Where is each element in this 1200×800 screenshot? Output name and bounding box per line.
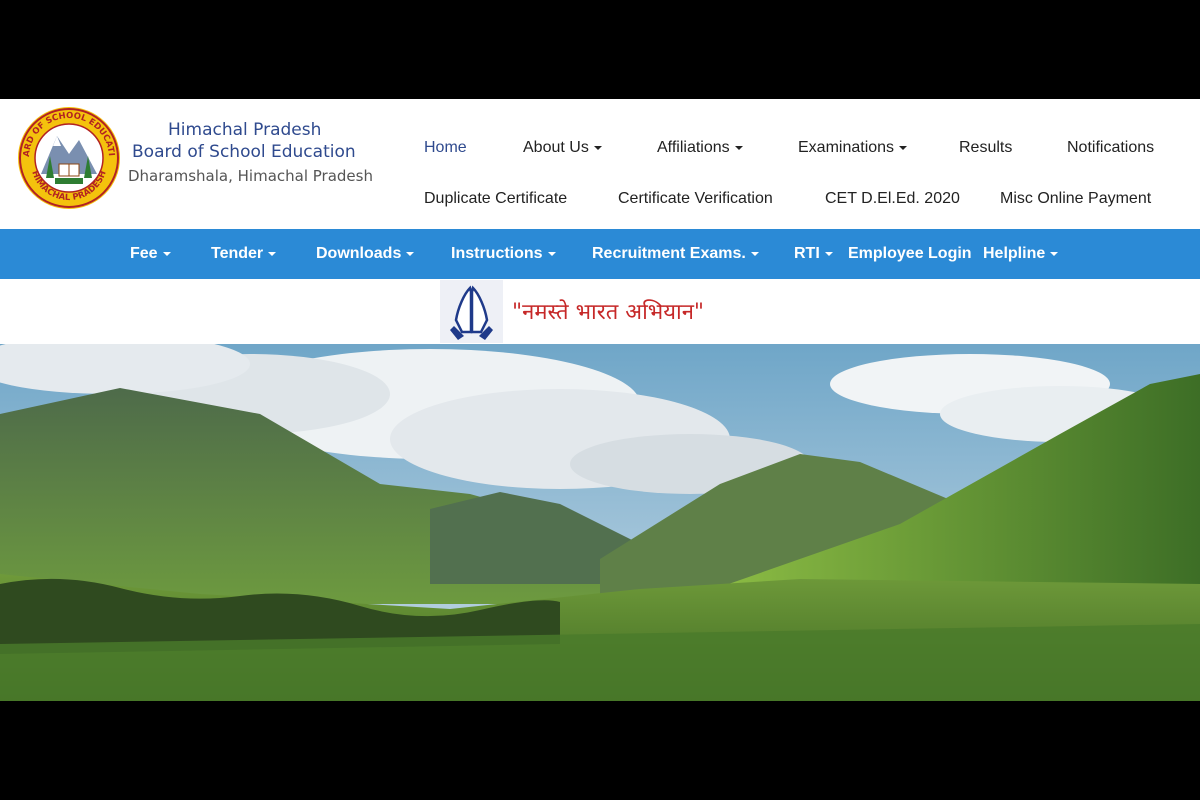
- nav-notifications[interactable]: Notifications: [1067, 139, 1154, 157]
- namaste-bharat-banner[interactable]: "नमस्ते भारत अभियान": [440, 280, 740, 343]
- nav-duplicate-certificate[interactable]: Duplicate Certificate: [424, 190, 567, 208]
- site-header: BOARD OF SCHOOL EDUCATION HIMACHAL PRADE…: [0, 99, 1200, 229]
- brand-line-3: Dharamshala, Himachal Pradesh: [128, 167, 373, 185]
- campaign-text: "नमस्ते भारत अभियान": [512, 300, 705, 325]
- nav-cet-deled-2020[interactable]: CET D.El.Ed. 2020: [825, 190, 960, 208]
- nav-instructions[interactable]: Instructions: [451, 245, 556, 263]
- brand-block: Himachal Pradesh Board of School Educati…: [128, 119, 373, 187]
- folded-hands-icon: [440, 280, 503, 343]
- letterbox-bottom: [0, 701, 1200, 800]
- letterbox-top: [0, 0, 1200, 99]
- nav-downloads[interactable]: Downloads: [316, 245, 414, 263]
- hero-landscape-image: [0, 344, 1200, 701]
- nav-certificate-verification[interactable]: Certificate Verification: [618, 190, 773, 208]
- nav-about-us[interactable]: About Us: [523, 139, 602, 157]
- campaign-strip: "नमस्ते भारत अभियान": [0, 279, 1200, 344]
- nav-employee-login[interactable]: Employee Login: [848, 245, 972, 263]
- nav-home[interactable]: Home: [424, 139, 467, 157]
- nav-results[interactable]: Results: [959, 139, 1012, 157]
- nav-tender[interactable]: Tender: [211, 245, 276, 263]
- nav-recruitment-exams[interactable]: Recruitment Exams.: [592, 245, 759, 263]
- nav-helpline[interactable]: Helpline: [983, 245, 1058, 263]
- nav-examinations[interactable]: Examinations: [798, 139, 907, 157]
- nav-affiliations[interactable]: Affiliations: [657, 139, 743, 157]
- brand-line-1: Himachal Pradesh: [168, 120, 322, 140]
- secondary-nav-bar: Fee Tender Downloads Instructions Recrui…: [0, 229, 1200, 279]
- bose-seal-logo[interactable]: BOARD OF SCHOOL EDUCATION HIMACHAL PRADE…: [17, 106, 121, 210]
- nav-rti[interactable]: RTI: [794, 245, 833, 263]
- nav-misc-online-payment[interactable]: Misc Online Payment: [1000, 190, 1151, 208]
- nav-fee[interactable]: Fee: [130, 245, 171, 263]
- brand-line-2: Board of School Education: [132, 142, 356, 162]
